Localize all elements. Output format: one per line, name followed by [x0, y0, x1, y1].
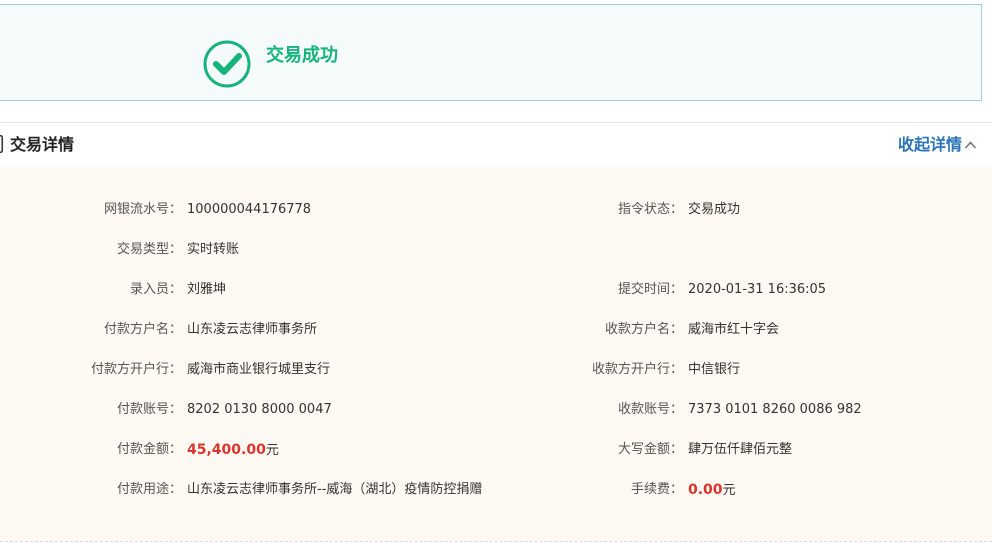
payer-account-label: 付款账号：	[116, 402, 182, 417]
submit-time-value: 2020-01-31 16:36:05	[688, 282, 827, 297]
details-panel: 网银流水号： 100000044176778 指令状态： 交易成功 交易类型： …	[0, 167, 992, 541]
fee-label: 手续费：	[630, 482, 683, 497]
detail-row: 付款用途： 山东凌云志律师事务所--威海（湖北）疫情防控捐赠 手续费： 0.00…	[0, 479, 992, 501]
bottom-divider	[0, 541, 992, 542]
details-title: 交易详情	[10, 135, 75, 154]
instruction-status-label: 指令状态：	[617, 202, 683, 217]
detail-row: 付款方开户行： 威海市商业银行城里支行 收款方开户行： 中信银行	[0, 359, 992, 381]
amount-unit: 元	[265, 443, 279, 458]
detail-row: 付款金额： 45,400.00元 大写金额： 肆万伍仟肆佰元整	[0, 439, 992, 461]
purpose-label: 付款用途：	[116, 482, 182, 497]
detail-row: 录入员： 刘雅坤 提交时间： 2020-01-31 16:36:05	[0, 279, 992, 301]
entered-by-label: 录入员：	[129, 282, 182, 297]
fee-value-group: 0.00元	[688, 479, 736, 502]
detail-row: 网银流水号： 100000044176778 指令状态： 交易成功	[0, 199, 992, 221]
fee-value: 0.00	[688, 482, 723, 498]
payee-name-value: 威海市红十字会	[688, 322, 780, 337]
amount-label: 付款金额：	[116, 442, 182, 457]
submit-time-label: 提交时间：	[617, 282, 683, 297]
payee-bank-value: 中信银行	[688, 362, 741, 377]
payee-account-value: 7373 0101 8260 0086 982	[688, 402, 862, 417]
serial-no-label: 网银流水号：	[103, 202, 182, 217]
payer-name-label: 付款方户名：	[103, 322, 182, 337]
check-circle-icon	[202, 39, 252, 89]
payer-bank-label: 付款方开户行：	[90, 362, 182, 377]
amount-in-words-value: 肆万伍仟肆佰元整	[688, 442, 793, 457]
tx-type-label: 交易类型：	[116, 242, 182, 257]
payee-account-label: 收款账号：	[617, 402, 683, 417]
payee-name-label: 收款方户名：	[604, 322, 683, 337]
payer-account-value: 8202 0130 8000 0047	[187, 402, 332, 417]
chevron-up-icon	[964, 141, 977, 149]
document-icon	[0, 135, 3, 153]
serial-no-value: 100000044176778	[187, 202, 312, 217]
success-banner: 交易成功	[0, 4, 982, 101]
amount-value: 45,400.00	[187, 442, 266, 458]
amount-in-words-label: 大写金额：	[617, 442, 683, 457]
tx-type-value: 实时转账	[187, 242, 240, 257]
details-header: 交易详情 收起详情	[0, 123, 992, 167]
amount-value-group: 45,400.00元	[187, 439, 279, 462]
detail-row: 交易类型： 实时转账	[0, 239, 992, 261]
collapse-details-button[interactable]: 收起详情	[898, 134, 977, 156]
payer-bank-value: 威海市商业银行城里支行	[187, 362, 331, 377]
instruction-status-value: 交易成功	[688, 202, 741, 217]
payee-bank-label: 收款方开户行：	[591, 362, 683, 377]
detail-row: 付款方户名： 山东凌云志律师事务所 收款方户名： 威海市红十字会	[0, 319, 992, 341]
collapse-details-label: 收起详情	[898, 135, 963, 154]
transaction-status-title: 交易成功	[266, 45, 338, 66]
entered-by-value: 刘雅坤	[187, 282, 227, 297]
detail-row: 付款账号： 8202 0130 8000 0047 收款账号： 7373 010…	[0, 399, 992, 421]
fee-unit: 元	[722, 483, 736, 498]
payer-name-value: 山东凌云志律师事务所	[187, 322, 318, 337]
purpose-value: 山东凌云志律师事务所--威海（湖北）疫情防控捐赠	[187, 482, 483, 497]
